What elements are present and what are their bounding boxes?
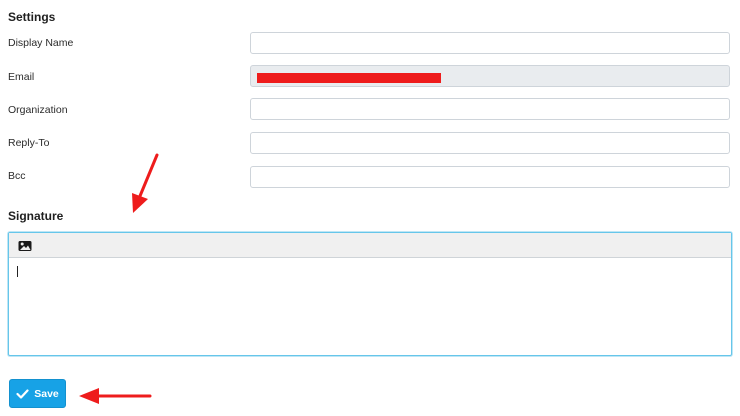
text-cursor bbox=[17, 266, 18, 277]
image-icon[interactable] bbox=[18, 239, 32, 251]
display-name-input[interactable] bbox=[250, 32, 730, 54]
organization-input[interactable] bbox=[250, 98, 730, 120]
reply-to-label: Reply-To bbox=[8, 137, 50, 149]
signature-editor[interactable] bbox=[8, 232, 732, 356]
save-annotation-arrow bbox=[79, 388, 152, 404]
reply-to-input[interactable] bbox=[250, 132, 730, 154]
bcc-label: Bcc bbox=[8, 170, 26, 182]
organization-label: Organization bbox=[8, 104, 68, 116]
signature-content-area[interactable] bbox=[9, 258, 731, 355]
save-button[interactable]: Save bbox=[9, 379, 66, 408]
email-redaction bbox=[257, 73, 441, 83]
email-label: Email bbox=[8, 71, 35, 83]
checkmark-icon bbox=[16, 388, 29, 399]
signature-annotation-arrow bbox=[132, 153, 159, 213]
bcc-input[interactable] bbox=[250, 166, 730, 188]
settings-heading: Settings bbox=[8, 10, 56, 24]
display-name-label: Display Name bbox=[8, 37, 74, 49]
signature-heading: Signature bbox=[8, 209, 64, 223]
editor-toolbar bbox=[9, 233, 731, 258]
settings-page: Settings Display Name Email Organization… bbox=[0, 0, 740, 416]
save-button-label: Save bbox=[34, 387, 59, 400]
